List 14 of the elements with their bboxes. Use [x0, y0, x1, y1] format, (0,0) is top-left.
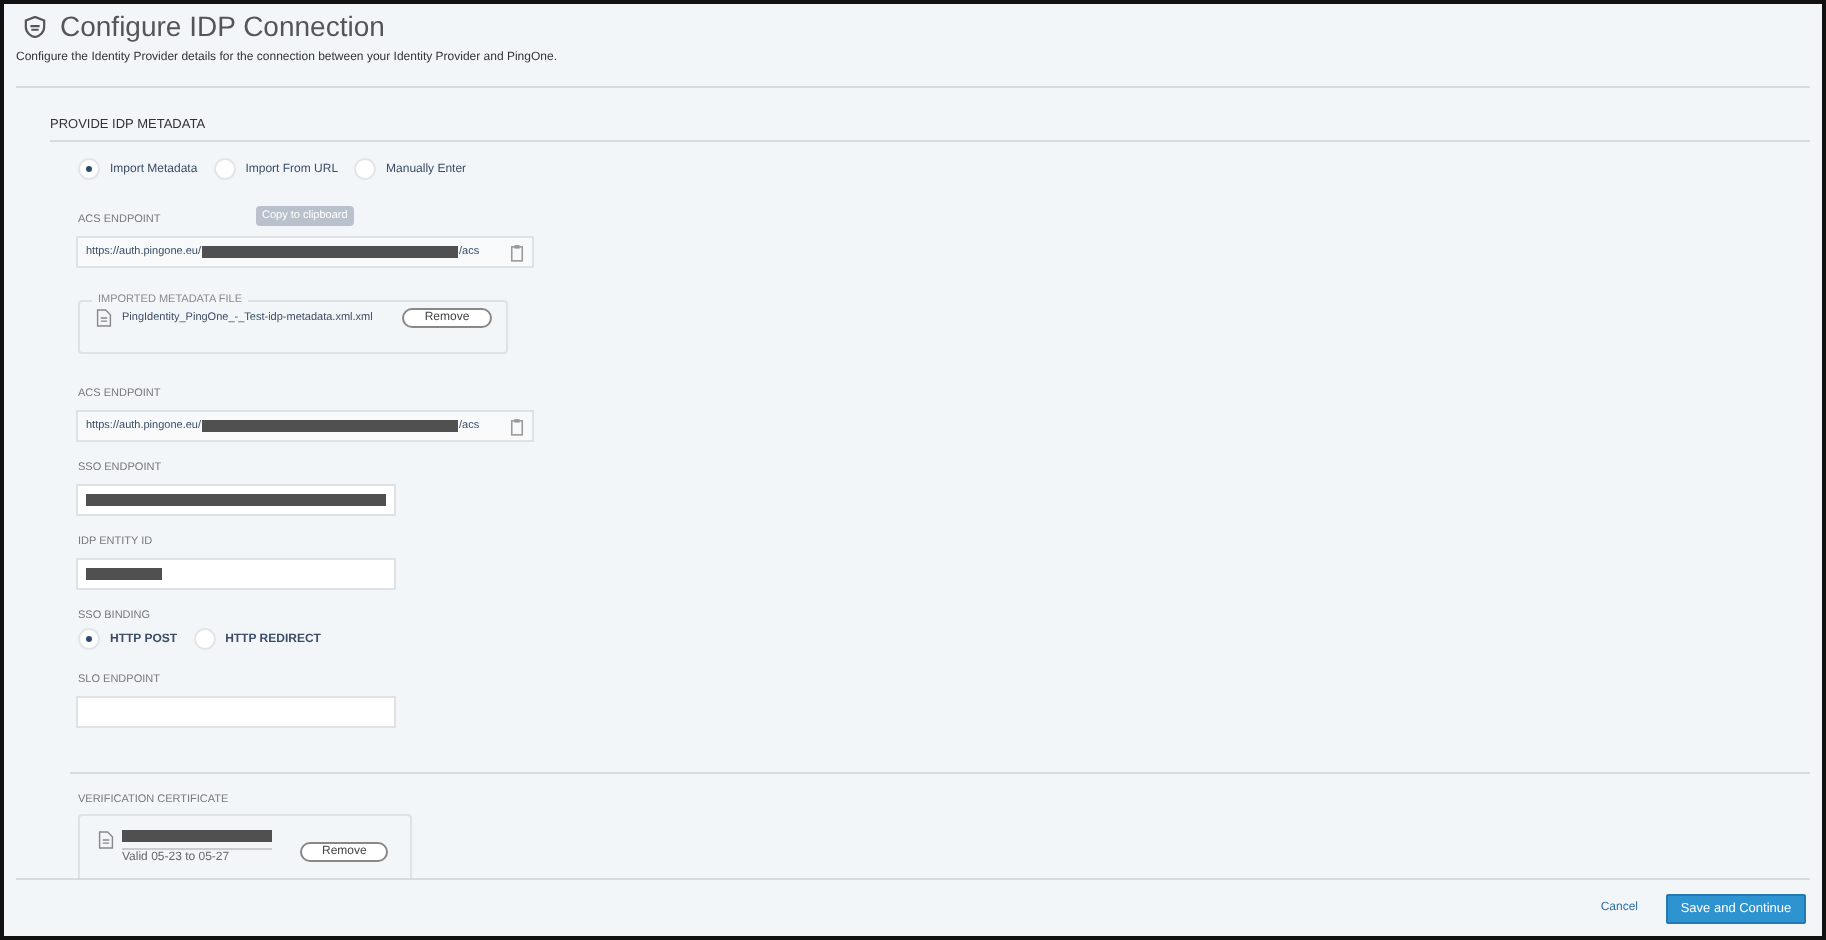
- clipboard-icon[interactable]: [510, 243, 524, 261]
- document-icon: [98, 830, 114, 850]
- shield-icon: [24, 15, 46, 37]
- text-field[interactable]: [76, 558, 396, 590]
- radio-button[interactable]: [193, 628, 216, 650]
- text-field[interactable]: [76, 484, 396, 516]
- radio-button[interactable]: [354, 158, 377, 180]
- clipboard-icon[interactable]: [510, 417, 524, 435]
- radio-button[interactable]: [213, 158, 236, 180]
- page-title: Configure IDP Connection: [60, 10, 385, 42]
- text-field[interactable]: [76, 696, 396, 728]
- radio-button[interactable]: [78, 158, 100, 180]
- document-icon: [96, 308, 112, 328]
- radio-button[interactable]: [78, 628, 100, 650]
